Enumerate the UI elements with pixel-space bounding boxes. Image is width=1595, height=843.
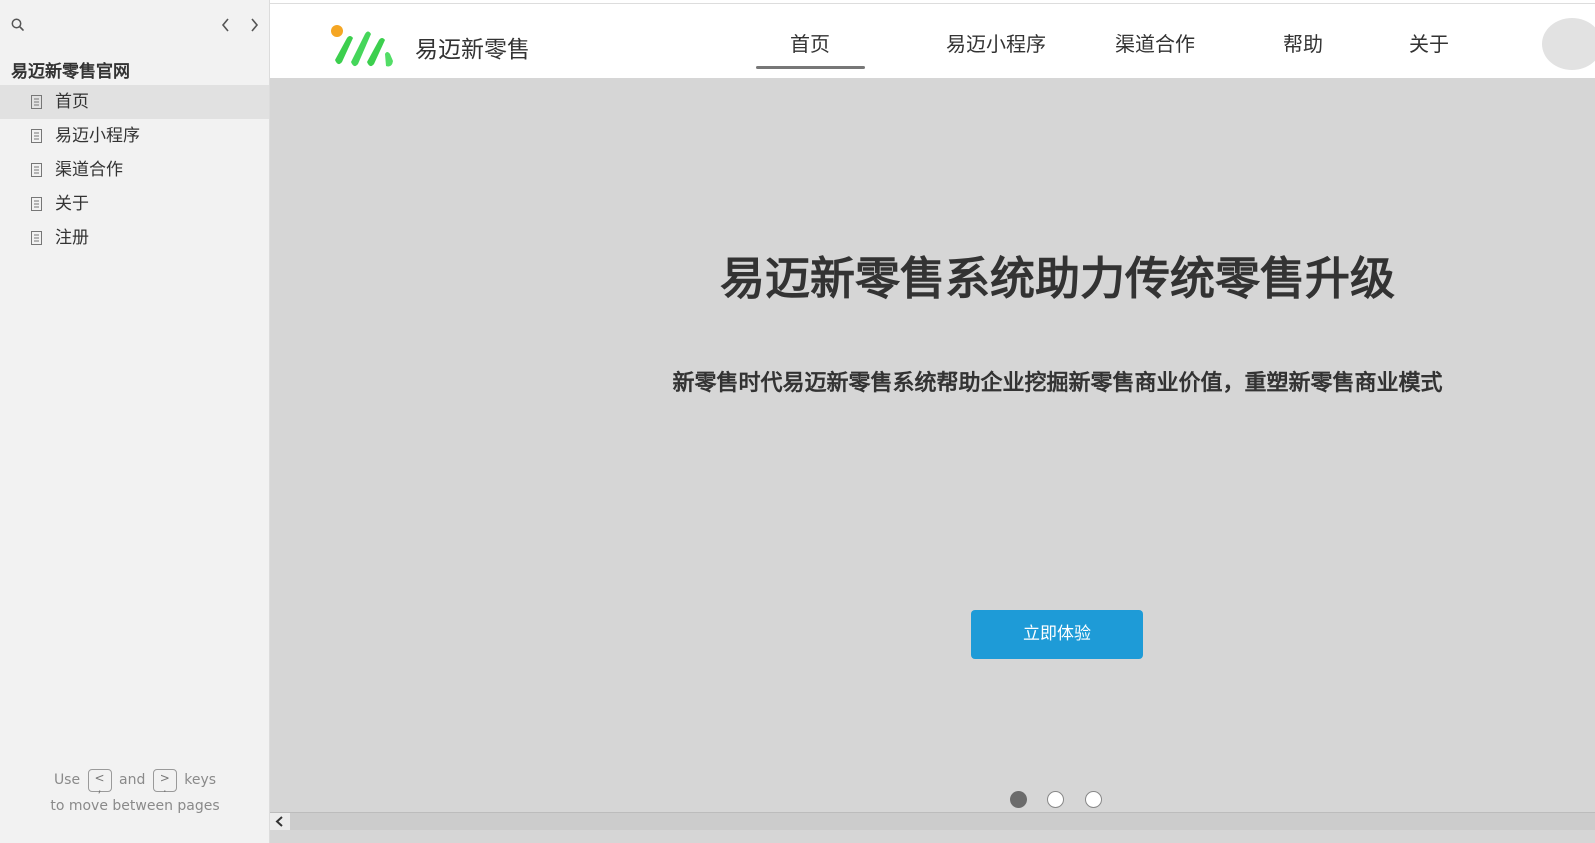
brand-name[interactable]: 易迈新零售 <box>415 30 530 64</box>
sidebar-item-channel[interactable]: 渠道合作 <box>0 153 269 187</box>
nav-channel[interactable]: 渠道合作 <box>1115 28 1195 57</box>
sidebar: 易迈新零售官网 首页 易迈小程序 渠道合作 关于 注册 Use <, and >… <box>0 0 270 843</box>
key-next: >. <box>152 768 177 794</box>
try-now-button[interactable]: 立即体验 <box>971 610 1143 659</box>
horizontal-scrollbar[interactable] <box>270 812 1595 830</box>
keyboard-hint: Use <, and >. keys to move between pages <box>0 767 270 819</box>
hint-text-use: Use <box>53 772 81 788</box>
chevron-right-icon[interactable] <box>245 15 263 35</box>
page-icon <box>31 163 42 177</box>
site-header: 易迈新零售 首页 易迈小程序 渠道合作 帮助 关于 <box>270 4 1595 78</box>
sidebar-item-label: 注册 <box>55 228 89 248</box>
hero-title: 易迈新零售系统助力传统零售升级 <box>719 252 1395 305</box>
avatar[interactable] <box>1542 18 1595 70</box>
page-icon <box>31 129 42 143</box>
page-icon <box>31 231 42 245</box>
key-prev: <, <box>87 768 112 794</box>
carousel-dot-3[interactable] <box>1085 791 1102 808</box>
carousel-dot-1[interactable] <box>1010 791 1027 808</box>
page-icon <box>31 95 42 109</box>
sidebar-toolbar <box>0 0 270 48</box>
chevron-left-icon[interactable] <box>217 15 235 35</box>
sidebar-item-label: 关于 <box>55 194 89 214</box>
sidebar-item-register[interactable]: 注册 <box>0 221 269 255</box>
sidebar-item-label: 易迈小程序 <box>55 126 140 146</box>
keyboard-hint-line1: Use <, and >. keys <box>0 767 270 794</box>
nav-help[interactable]: 帮助 <box>1283 28 1323 57</box>
nav-about[interactable]: 关于 <box>1409 28 1449 57</box>
nav-miniprogram[interactable]: 易迈小程序 <box>946 28 1046 57</box>
sidebar-item-label: 渠道合作 <box>55 160 123 180</box>
hint-text-and: and <box>119 772 146 788</box>
sidebar-page-list: 首页 易迈小程序 渠道合作 关于 注册 <box>0 85 269 255</box>
page-icon <box>31 197 42 211</box>
sidebar-title[interactable]: 易迈新零售官网 <box>11 57 130 82</box>
sidebar-item-home[interactable]: 首页 <box>0 85 269 119</box>
carousel-dot-2[interactable] <box>1047 791 1064 808</box>
sidebar-item-about[interactable]: 关于 <box>0 187 269 221</box>
search-icon[interactable] <box>10 17 26 33</box>
sidebar-item-label: 首页 <box>55 92 89 112</box>
keyboard-hint-line2: to move between pages <box>50 798 220 814</box>
hero-subtitle: 新零售时代易迈新零售系统帮助企业挖掘新零售商业价值，重塑新零售商业模式 <box>672 371 1443 396</box>
hint-text-keys: keys <box>184 772 217 788</box>
sidebar-item-miniprogram[interactable]: 易迈小程序 <box>0 119 269 153</box>
brand-logo[interactable] <box>329 24 399 68</box>
page-canvas: 易迈新零售 首页 易迈小程序 渠道合作 帮助 关于 易迈新零售系统助力传统零售升… <box>270 4 1595 843</box>
scroll-left-icon[interactable] <box>270 813 290 830</box>
nav-home[interactable]: 首页 <box>756 28 865 69</box>
